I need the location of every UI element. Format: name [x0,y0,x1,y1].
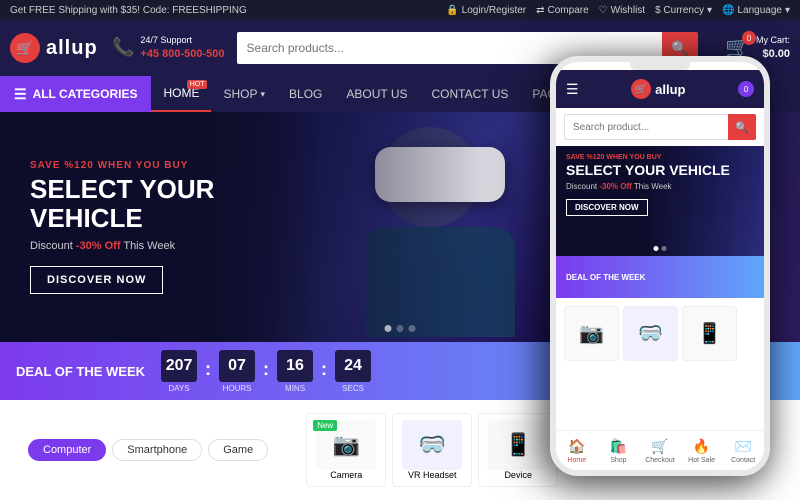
hours-counter: 07 HOURS [219,350,255,393]
tab-smartphone[interactable]: Smartphone [112,439,202,461]
product-img-vr: 🥽 [402,420,462,470]
heart-icon: ♡ [599,5,608,16]
login-link[interactable]: 🔒 Login/Register [446,5,526,16]
product-card-camera: New 📷 Camera [306,413,386,487]
product-name-vr: VR Headset [408,470,457,480]
phone-notch [630,62,690,70]
phone-logo-text: allup [655,82,685,97]
phone-hamburger-icon[interactable]: ☰ [566,81,579,98]
product-card-device: 📱 Device [478,413,558,487]
sep3: : [321,359,327,380]
nav-about[interactable]: ABOUT US [334,76,419,112]
sep2: : [263,359,269,380]
hero-content: SAVE %120 WHEN YOU BUY SELECT YOUR VEHIC… [0,140,320,314]
phone-hero-discount: Discount -30% Off This Week [566,182,754,191]
product-tabs: Computer Smartphone Game [12,433,284,467]
all-categories-button[interactable]: ☰ ALL CATEGORIES [0,76,151,112]
tab-computer[interactable]: Computer [28,439,106,461]
phone-dot-1[interactable] [654,246,659,251]
logo-text: allup [46,37,98,60]
product-img-device: 📱 [488,420,548,470]
phone-bottom-nav: 🏠 Home 🛍️ Shop 🛒 Checkout 🔥 Hot Sale [556,430,764,470]
compare-icon: ⇄ [536,5,544,16]
contact-icon: ✉️ [734,438,751,455]
top-bar: Get FREE Shipping with $35! Code: FREESH… [0,0,800,20]
phone-deal: DEAL OF THE WEEK [556,256,764,298]
phone-search-input[interactable] [564,114,728,140]
phone-icon: 📞 [112,37,134,58]
logo-icon: 🛒 [10,33,40,63]
phone-product-3: 📱 [682,306,737,361]
phone-nav-shop[interactable]: 🛍️ Shop [598,431,640,470]
phone-frame: ☰ 🛒 allup 0 🔍 SAVE % [550,56,770,476]
shop-icon: 🛍️ [610,438,627,455]
hero-cta-button[interactable]: DISCOVER NOW [30,266,163,294]
hero-discount: Discount -30% Off This Week [30,240,290,252]
phone-hero: SAVE %120 WHEN YOU BUY SELECT YOUR VEHIC… [556,146,764,256]
wishlist-link[interactable]: ♡ Wishlist [599,5,645,16]
mins-counter: 16 MINS [277,350,313,393]
new-badge: New [313,420,337,431]
phone-hero-eyebrow: SAVE %120 WHEN YOU BUY [566,154,754,161]
top-bar-right: 🔒 Login/Register ⇄ Compare ♡ Wishlist $ … [446,5,790,16]
support: 📞 24/7 Support +45 800-500-500 [112,34,225,62]
phone-nav-home[interactable]: 🏠 Home [556,431,598,470]
phone-dot-2[interactable] [662,246,667,251]
nav-shop[interactable]: SHOP ▾ [211,76,277,112]
nav-contact[interactable]: CONTACT US [420,76,521,112]
nav-home[interactable]: HOME Hot [151,76,211,112]
hot-sale-icon: 🔥 [693,438,710,455]
cart-badge: 0 [742,31,756,45]
all-categories-label: ALL CATEGORIES [33,87,138,101]
days-counter: 207 DAYS [161,350,197,393]
hero-eyebrow: SAVE %120 WHEN YOU BUY [30,160,290,171]
phone-product-1: 📷 [564,306,619,361]
product-card-vr: 🥽 VR Headset [392,413,472,487]
deal-label: DEAL OF THE WEEK [16,364,145,379]
hot-badge: Hot [187,80,208,89]
products-row: New 📷 Camera 🥽 VR Headset 📱 Device [298,413,566,487]
chevron-down-icon: ▾ [785,5,790,16]
promo-text: Get FREE Shipping with $35! Code: FREESH… [10,5,247,16]
secs-counter: 24 SECS [335,350,371,393]
chevron-down-icon: ▾ [707,5,712,16]
hamburger-icon: ☰ [14,86,27,103]
lock-icon: 🔒 [446,5,458,16]
nav-links: HOME Hot SHOP ▾ BLOG ABOUT US CONTACT US… [151,76,584,112]
phone-hero-dots [654,246,667,251]
phone-search-button[interactable]: 🔍 [728,114,756,140]
product-name-device: Device [504,470,532,480]
phone-nav-checkout[interactable]: 🛒 Checkout [639,431,681,470]
phone-products: 📷 🥽 📱 [556,298,764,369]
phone-hero-title: SELECT YOUR VEHICLE [566,163,754,178]
phone-logo[interactable]: 🛒 allup [631,79,685,99]
support-info: 24/7 Support +45 800-500-500 [140,34,224,62]
phone-inner: ☰ 🛒 allup 0 🔍 SAVE % [556,70,764,476]
hero-title: SELECT YOUR VEHICLE [30,175,290,232]
phone-cart-badge[interactable]: 0 [738,81,754,97]
globe-icon: 🌐 [722,5,734,16]
language-link[interactable]: 🌐 Language ▾ [722,5,790,16]
phone-logo-icon: 🛒 [631,79,651,99]
phone-hero-content: SAVE %120 WHEN YOU BUY SELECT YOUR VEHIC… [556,146,764,224]
currency-link[interactable]: $ Currency ▾ [655,5,712,16]
tab-game[interactable]: Game [208,439,268,461]
phone-header: ☰ 🛒 allup 0 [556,70,764,108]
compare-link[interactable]: ⇄ Compare [536,5,589,16]
phone-nav-contact[interactable]: ✉️ Contact [722,431,764,470]
phone-search: 🔍 [564,114,756,140]
phone-product-2: 🥽 [623,306,678,361]
logo[interactable]: 🛒 allup [10,33,100,63]
checkout-icon: 🛒 [651,438,668,455]
countdown: 207 DAYS : 07 HOURS : 16 MINS : 24 SECS [161,350,371,393]
product-name-camera: Camera [330,470,362,480]
phone-overlay: ☰ 🛒 allup 0 🔍 SAVE % [550,56,770,476]
home-icon: 🏠 [568,438,585,455]
phone-nav-hotsale[interactable]: 🔥 Hot Sale [681,431,723,470]
nav-blog[interactable]: BLOG [277,76,334,112]
phone-hero-cta[interactable]: DISCOVER NOW [566,199,648,216]
phone-deal-label: DEAL OF THE WEEK [566,273,754,282]
sep1: : [205,359,211,380]
chevron-down-icon: ▾ [260,89,265,100]
